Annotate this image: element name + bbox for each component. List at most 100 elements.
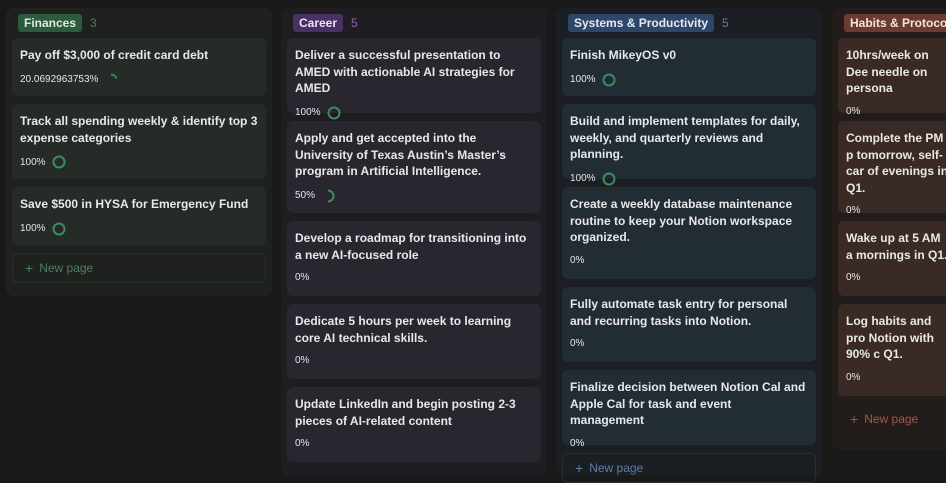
card-title: Track all spending weekly & identify top… [20, 114, 258, 145]
card[interactable]: Build and implement templates for daily,… [562, 104, 816, 185]
column-finances: Finances 3 Pay off $3,000 of credit card… [6, 8, 272, 296]
new-page-button[interactable]: + New page [12, 253, 266, 283]
card[interactable]: Complete the PM p tomorrow, self-car of … [838, 121, 946, 216]
progress-ring-icon [52, 155, 66, 169]
progress-value: 100% [295, 107, 321, 118]
column-header[interactable]: Habits & Protocols [838, 8, 946, 38]
card[interactable]: Finalize decision between Notion Cal and… [562, 370, 816, 449]
progress-row: 0% [570, 255, 808, 266]
card[interactable]: Pay off $3,000 of credit card debt 20.06… [12, 38, 266, 96]
progress-value: 0% [570, 437, 585, 449]
progress-ring-icon [321, 189, 335, 203]
card-title: Dedicate 5 hours per week to learning co… [295, 314, 512, 345]
progress-value: 0% [846, 205, 861, 216]
progress-value: 0% [570, 338, 585, 349]
column-header[interactable]: Finances 3 [12, 8, 266, 38]
card[interactable]: 10hrs/week on Dee needle on persona 0% [838, 38, 946, 117]
progress-row: 0% [846, 205, 946, 216]
card[interactable]: Fully automate task entry for personal a… [562, 287, 816, 362]
card[interactable]: Update LinkedIn and begin posting 2-3 pi… [287, 387, 541, 462]
card-count: 3 [90, 16, 97, 30]
card-title: 10hrs/week on Dee needle on persona [846, 48, 929, 95]
progress-row: 0% [295, 355, 533, 366]
new-page-label: New page [589, 461, 644, 475]
new-page-label: New page [39, 261, 94, 275]
progress-row: 100% [295, 106, 533, 120]
card[interactable]: Develop a roadmap for transitioning into… [287, 221, 541, 296]
kanban-board: Finances 3 Pay off $3,000 of credit card… [0, 0, 946, 483]
group-tag[interactable]: Finances [18, 14, 83, 32]
new-page-button[interactable]: + New page [562, 453, 816, 483]
progress-row: 0% [846, 372, 946, 383]
progress-row: 100% [570, 172, 808, 186]
column-systems-productivity: Systems & Productivity 5 Finish MikeyOS … [556, 8, 822, 483]
card[interactable]: Create a weekly database maintenance rou… [562, 187, 816, 279]
progress-ring-icon [52, 222, 66, 236]
column-career: Career 5 Deliver a successful presentati… [281, 8, 547, 476]
new-page-label: New page [864, 412, 919, 426]
progress-value: 100% [570, 173, 596, 184]
card-count: 5 [722, 16, 729, 30]
progress-value: 100% [20, 156, 46, 168]
card-title: Deliver a successful presentation to AME… [295, 48, 515, 95]
card[interactable]: Log habits and pro Notion with 90% c Q1.… [838, 304, 946, 396]
card-title: Apply and get accepted into the Universi… [295, 131, 506, 178]
progress-ring-icon [327, 106, 341, 120]
card-title: Wake up at 5 AM a mornings in Q1. [846, 231, 946, 262]
card[interactable]: Deliver a successful presentation to AME… [287, 38, 541, 119]
progress-row: 0% [570, 438, 808, 449]
progress-row: 0% [295, 438, 533, 449]
plus-icon: + [575, 460, 584, 476]
progress-ring-icon [104, 73, 118, 87]
progress-ring-icon [602, 73, 616, 87]
card[interactable]: Apply and get accepted into the Universi… [287, 121, 541, 213]
card[interactable]: Dedicate 5 hours per week to learning co… [287, 304, 541, 379]
plus-icon: + [25, 260, 34, 276]
card-title: Develop a roadmap for transitioning into… [295, 231, 527, 262]
progress-row: 0% [570, 338, 808, 349]
progress-row: 50% [295, 189, 533, 203]
progress-row: 0% [846, 272, 946, 283]
progress-value: 0% [846, 105, 861, 117]
progress-row: 100% [20, 155, 258, 169]
card-title: Finish MikeyOS v0 [570, 48, 677, 62]
group-tag[interactable]: Career [293, 14, 344, 32]
progress-value: 50% [295, 190, 316, 201]
progress-value: 0% [295, 355, 310, 366]
progress-row: 100% [20, 222, 258, 236]
progress-value: 0% [295, 272, 310, 283]
progress-row: 0% [846, 106, 946, 117]
card-title: Finalize decision between Notion Cal and… [570, 380, 806, 427]
progress-value: 0% [295, 438, 310, 449]
card-title: Create a weekly database maintenance rou… [570, 197, 793, 244]
progress-value: 0% [846, 371, 861, 383]
column-header[interactable]: Career 5 [287, 8, 541, 38]
card-title: Save $500 in HYSA for Emergency Fund [20, 197, 249, 211]
card-title: Log habits and pro Notion with 90% c Q1. [846, 314, 934, 361]
card-title: Pay off $3,000 of credit card debt [20, 48, 209, 62]
card-title: Build and implement templates for daily,… [570, 114, 800, 161]
card-title: Fully automate task entry for personal a… [570, 297, 788, 328]
progress-value: 20.0692963753% [20, 74, 99, 85]
column-header[interactable]: Systems & Productivity 5 [562, 8, 816, 38]
card[interactable]: Wake up at 5 AM a mornings in Q1. 0% [838, 221, 946, 296]
progress-value: 0% [846, 272, 861, 283]
group-tag[interactable]: Systems & Productivity [568, 14, 715, 32]
card-count: 5 [351, 16, 358, 30]
card[interactable]: Save $500 in HYSA for Emergency Fund 100… [12, 187, 266, 245]
progress-row: 0% [295, 272, 533, 283]
card-title: Update LinkedIn and begin posting 2-3 pi… [295, 397, 516, 428]
new-page-button[interactable]: + New page [838, 404, 946, 434]
plus-icon: + [850, 411, 859, 427]
progress-value: 100% [20, 223, 46, 234]
progress-row: 100% [570, 73, 808, 87]
progress-ring-icon [602, 172, 616, 186]
column-habits-protocols: Habits & Protocols 10hrs/week on Dee nee… [832, 8, 946, 450]
card-title: Complete the PM p tomorrow, self-car of … [846, 131, 946, 195]
card[interactable]: Track all spending weekly & identify top… [12, 104, 266, 179]
progress-value: 100% [570, 74, 596, 85]
group-tag[interactable]: Habits & Protocols [844, 14, 946, 32]
card[interactable]: Finish MikeyOS v0 100% [562, 38, 816, 96]
progress-value: 0% [570, 254, 585, 266]
progress-row: 20.0692963753% [20, 73, 258, 87]
